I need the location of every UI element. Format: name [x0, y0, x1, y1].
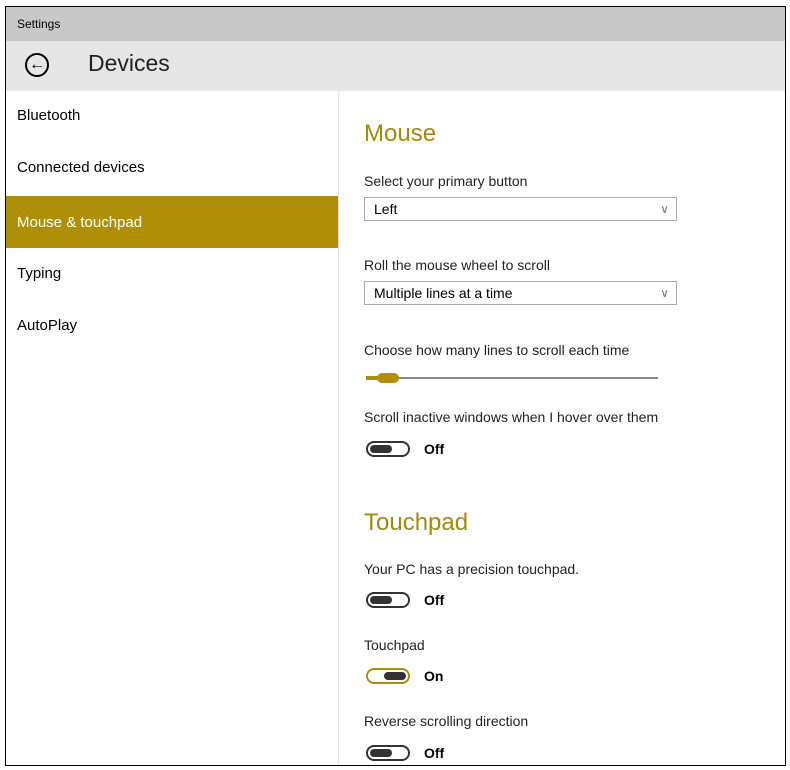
lines-slider-label: Choose how many lines to scroll each tim…: [364, 342, 630, 358]
title-bar: Settings: [6, 7, 785, 41]
scroll-inactive-label: Scroll inactive windows when I hover ove…: [364, 409, 659, 425]
scroll-inactive-toggle[interactable]: [366, 441, 410, 457]
sidebar-item-label: Connected devices: [17, 159, 145, 176]
sidebar-item-connected-devices[interactable]: Connected devices: [6, 143, 338, 195]
sidebar-item-mouse-touchpad[interactable]: Mouse & touchpad: [6, 196, 338, 248]
touchpad-toggle[interactable]: [366, 668, 410, 684]
sidebar-item-label: Mouse & touchpad: [17, 214, 143, 231]
reverse-scroll-toggle[interactable]: [366, 745, 410, 761]
back-arrow-icon[interactable]: ←: [25, 53, 49, 77]
toggle-knob: [370, 445, 392, 453]
reverse-scroll-label: Reverse scrolling direction: [364, 713, 529, 729]
sidebar-item-typing[interactable]: Typing: [6, 249, 338, 301]
settings-window: Settings ← Devices Bluetooth Connected d…: [5, 6, 786, 766]
scroll-inactive-state: Off: [424, 441, 445, 457]
toggle-knob: [370, 596, 392, 604]
toggle-knob: [384, 672, 406, 680]
chevron-down-icon: ∨: [660, 286, 669, 300]
toggle-knob: [370, 749, 392, 757]
slider-thumb[interactable]: [376, 373, 399, 383]
reverse-scroll-state: Off: [424, 745, 445, 761]
page-header: ← Devices: [6, 41, 785, 91]
sidebar-item-label: AutoPlay: [17, 317, 78, 334]
window-title: Settings: [17, 17, 61, 31]
wheel-scroll-label: Roll the mouse wheel to scroll: [364, 257, 550, 273]
sidebar-item-label: Typing: [17, 265, 62, 282]
precision-state: Off: [424, 592, 445, 608]
sidebar-item-label: Bluetooth: [17, 107, 81, 124]
sidebar-item-autoplay[interactable]: AutoPlay: [6, 301, 338, 353]
primary-button-value: Left: [374, 201, 398, 217]
precision-label: Your PC has a precision touchpad.: [364, 561, 580, 577]
precision-toggle[interactable]: [366, 592, 410, 608]
chevron-down-icon: ∨: [660, 202, 669, 216]
sidebar: Bluetooth Connected devices Mouse & touc…: [6, 91, 339, 765]
sidebar-item-bluetooth[interactable]: Bluetooth: [6, 91, 338, 143]
touchpad-state: On: [424, 668, 444, 684]
content-pane: Mouse Select your primary button Left ∨ R…: [364, 91, 785, 765]
touchpad-label: Touchpad: [364, 637, 425, 653]
mouse-heading: Mouse: [364, 120, 437, 147]
touchpad-heading: Touchpad: [364, 509, 469, 536]
slider-track: [366, 377, 658, 379]
page-title: Devices: [88, 50, 170, 76]
wheel-scroll-value: Multiple lines at a time: [374, 285, 513, 301]
wheel-scroll-select[interactable]: Multiple lines at a time ∨: [364, 281, 677, 305]
primary-button-select[interactable]: Left ∨: [364, 197, 677, 221]
primary-button-label: Select your primary button: [364, 173, 528, 189]
lines-slider[interactable]: [366, 371, 658, 385]
